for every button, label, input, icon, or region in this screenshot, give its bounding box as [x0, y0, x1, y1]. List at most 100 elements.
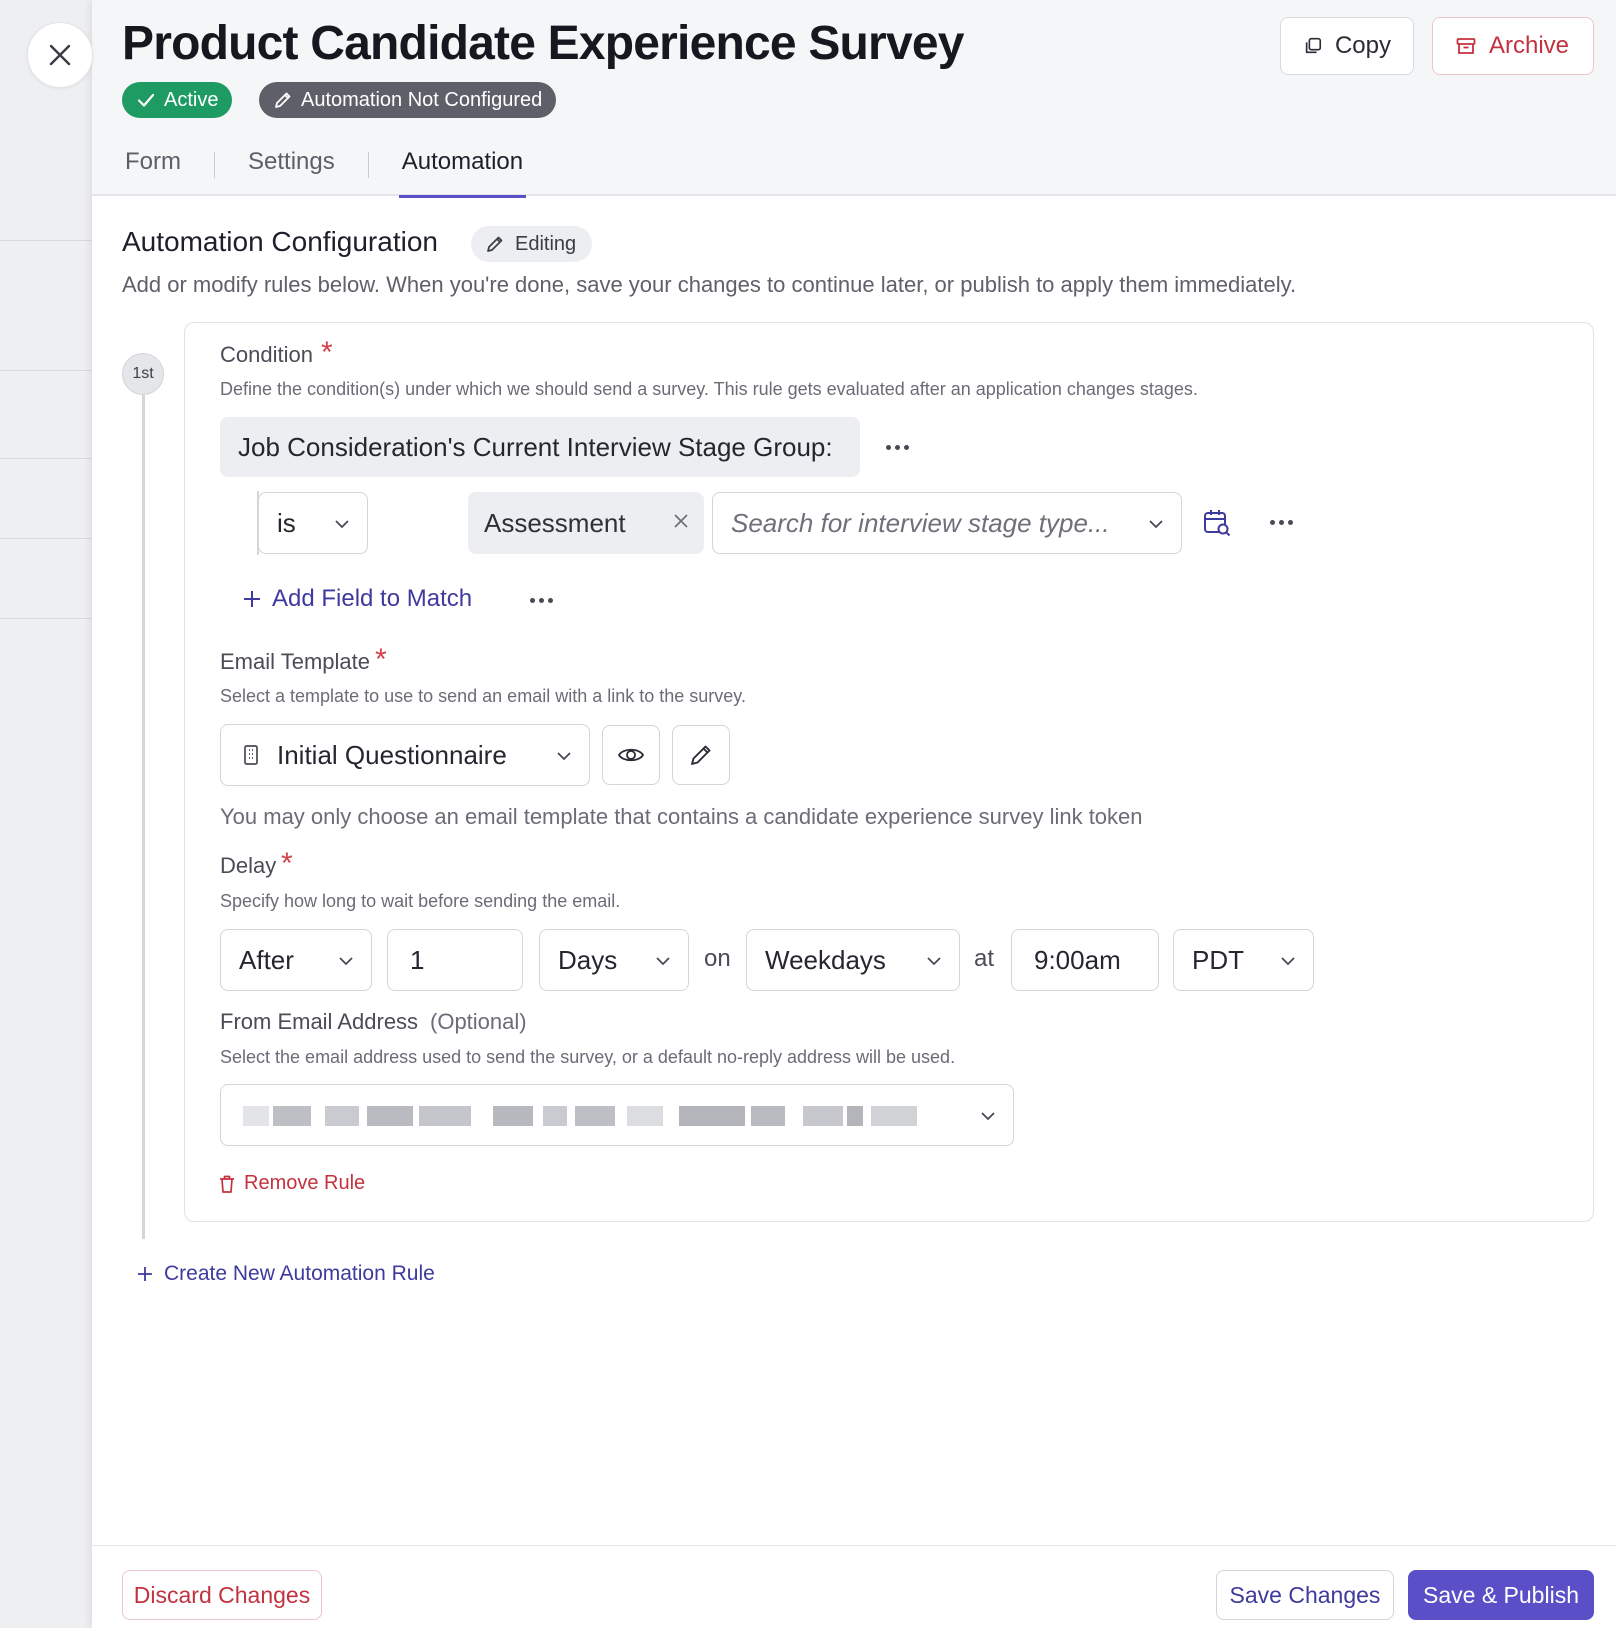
condition-value-label: Assessment	[484, 507, 626, 538]
remove-value-icon[interactable]	[672, 512, 690, 530]
calendar-search-icon[interactable]	[1202, 508, 1232, 538]
close-button[interactable]	[27, 22, 93, 88]
editing-badge-label: Editing	[515, 232, 577, 255]
condition-value-chip: Assessment	[468, 492, 704, 554]
redacted-block	[273, 1106, 311, 1126]
from-email-description: Select the email address used to send th…	[220, 1047, 956, 1067]
archive-icon	[1456, 38, 1476, 54]
automation-status-label: Automation Not Configured	[301, 88, 543, 111]
discard-changes-button[interactable]: Discard Changes	[122, 1570, 322, 1620]
email-template-value: Initial Questionnaire	[277, 739, 507, 770]
pencil-icon	[691, 745, 711, 765]
timezone-select[interactable]: PDT	[1173, 929, 1314, 991]
pencil-icon	[275, 92, 291, 108]
redacted-block	[367, 1106, 413, 1126]
chevron-down-icon	[339, 957, 353, 966]
pencil-icon	[487, 236, 503, 252]
rule-step-line	[142, 395, 145, 1239]
operator-select[interactable]: is	[258, 492, 368, 554]
copy-button[interactable]: Copy	[1280, 17, 1414, 75]
condition-label: Condition	[220, 342, 313, 367]
add-field-more-icon[interactable]	[530, 598, 553, 603]
chevron-down-icon	[557, 752, 571, 761]
email-template-select[interactable]: Initial Questionnaire	[220, 724, 590, 786]
delay-on-label: on	[704, 945, 731, 972]
condition-more-icon[interactable]	[886, 445, 909, 450]
delay-label: Delay	[220, 853, 277, 878]
archive-button[interactable]: Archive	[1432, 17, 1594, 75]
chevron-down-icon	[335, 520, 349, 529]
tab-automation[interactable]: Automation	[398, 142, 527, 198]
tab-separator	[367, 152, 369, 178]
panel-footer: Discard Changes Save Changes Save & Publ…	[92, 1545, 1616, 1628]
survey-panel: Product Candidate Experience Survey Acti…	[92, 0, 1616, 1628]
email-template-note: You may only choose an email template th…	[220, 804, 1143, 829]
tab-settings[interactable]: Settings	[245, 142, 338, 196]
redacted-block	[419, 1106, 471, 1126]
delay-amount-input[interactable]: 1	[387, 929, 523, 991]
chevron-down-icon	[927, 957, 941, 966]
search-placeholder: Search for interview stage type...	[731, 507, 1110, 538]
delay-time-value: 9:00am	[1034, 944, 1121, 975]
plus-icon	[244, 591, 260, 607]
divider	[0, 240, 92, 241]
value-more-icon[interactable]	[1270, 520, 1293, 525]
delay-unit-select[interactable]: Days	[539, 929, 689, 991]
close-icon	[49, 44, 71, 66]
remove-rule-label: Remove Rule	[244, 1172, 366, 1194]
interview-stage-search[interactable]: Search for interview stage type...	[712, 492, 1182, 554]
divider	[0, 618, 92, 619]
save-changes-button[interactable]: Save Changes	[1216, 1570, 1394, 1620]
delay-description: Specify how long to wait before sending …	[220, 891, 621, 911]
redacted-block	[543, 1106, 567, 1126]
condition-field-chip[interactable]: Job Consideration's Current Interview St…	[220, 417, 860, 477]
operator-value: is	[277, 507, 296, 538]
copy-icon	[1305, 37, 1322, 54]
eye-icon	[617, 748, 645, 762]
optional-label: (Optional)	[430, 1009, 527, 1034]
delay-days-select[interactable]: Weekdays	[746, 929, 960, 991]
preview-template-button[interactable]	[602, 725, 660, 785]
chevron-down-icon	[1281, 957, 1295, 966]
building-icon	[244, 745, 258, 765]
redacted-block	[751, 1106, 785, 1126]
section-description: Add or modify rules below. When you're d…	[122, 272, 1297, 297]
section-title: Automation Configuration	[122, 226, 438, 257]
condition-description: Define the condition(s) under which we s…	[220, 379, 1198, 399]
rule-step-indicator: 1st	[122, 353, 164, 395]
panel-header: Product Candidate Experience Survey Acti…	[92, 0, 1616, 198]
divider	[0, 458, 92, 459]
automation-status-badge: Automation Not Configured	[259, 82, 557, 118]
from-email-select[interactable]	[220, 1084, 1014, 1146]
status-badge-label: Active	[164, 88, 219, 111]
tab-bar: Form Settings Automation	[122, 142, 527, 198]
check-icon	[137, 93, 155, 107]
email-template-label: Email Template	[220, 649, 370, 674]
copy-button-label: Copy	[1334, 32, 1391, 59]
chevron-down-icon	[656, 957, 670, 966]
redacted-block	[679, 1106, 745, 1126]
from-email-label: From Email Address	[220, 1009, 419, 1034]
tab-form[interactable]: Form	[122, 142, 184, 196]
redacted-block	[325, 1106, 359, 1126]
required-mark: *	[321, 336, 333, 369]
background-list	[0, 0, 92, 1628]
archive-button-label: Archive	[1489, 32, 1570, 59]
redacted-block	[243, 1106, 269, 1126]
chevron-down-icon	[981, 1112, 995, 1121]
email-template-description: Select a template to use to send an emai…	[220, 686, 746, 706]
tab-separator	[214, 152, 215, 178]
delay-timing-select[interactable]: After	[220, 929, 372, 991]
redacted-block	[871, 1106, 917, 1126]
timezone-value: PDT	[1192, 944, 1244, 975]
save-publish-button[interactable]: Save & Publish	[1408, 1570, 1594, 1620]
add-field-button[interactable]: Add Field to Match	[242, 585, 472, 613]
remove-rule-button[interactable]: Remove Rule	[218, 1172, 365, 1195]
delay-time-input[interactable]: 9:00am	[1011, 929, 1159, 991]
delay-days-value: Weekdays	[765, 944, 886, 975]
create-rule-button[interactable]: Create New Automation Rule	[136, 1262, 435, 1286]
redacted-block	[803, 1106, 843, 1126]
edit-template-button[interactable]	[672, 725, 730, 785]
chevron-down-icon	[1149, 520, 1163, 529]
required-mark: *	[375, 643, 387, 676]
